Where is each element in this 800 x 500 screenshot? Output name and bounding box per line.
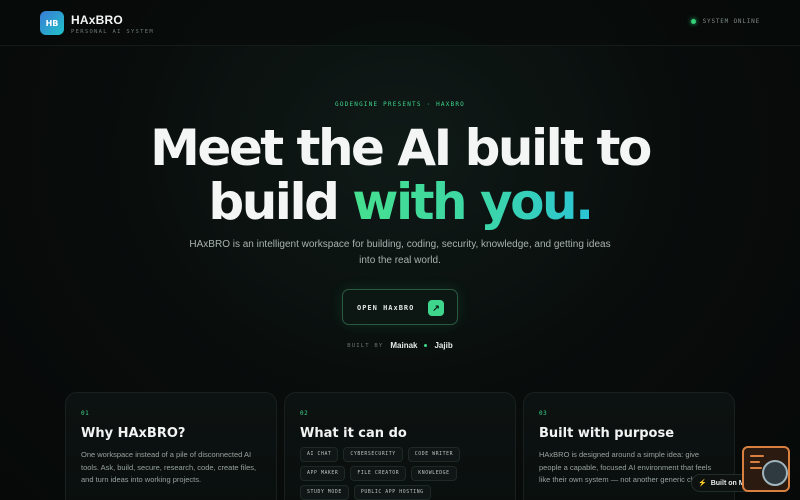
- hero-headline-accent: with you.: [352, 173, 594, 231]
- capability-tag: STUDY MODE: [300, 485, 349, 500]
- separator-dot-icon: [424, 344, 428, 347]
- capability-tag: PUBLIC APP HOSTING: [353, 485, 431, 500]
- builder-name: Mainak: [390, 341, 418, 350]
- card-number: 03: [539, 410, 548, 417]
- card-title: Why HAxBRO?: [81, 426, 186, 441]
- status-dot-icon: [690, 19, 696, 24]
- capability-tag: APP MAKER: [300, 466, 346, 481]
- widget-avatar-icon: [762, 460, 788, 486]
- built-by-label: BUILT BY: [347, 342, 384, 349]
- logo-badge[interactable]: HB: [40, 11, 64, 35]
- widget-line: [750, 467, 762, 469]
- widget-line: [750, 455, 764, 457]
- arrow-up-right-icon: ↗: [428, 300, 444, 316]
- card-title: Built with purpose: [539, 426, 675, 441]
- hero-headline-line2: build with you.: [0, 173, 800, 231]
- capability-tag: KNOWLEDGE: [411, 466, 457, 481]
- widget-line: [750, 461, 760, 463]
- card-title: What it can do: [300, 426, 407, 441]
- feature-card-capabilities: 02 What it can do AI CHAT CYBERSECURITY …: [284, 392, 516, 500]
- card-number: 02: [300, 410, 309, 417]
- capability-tags: AI CHAT CYBERSECURITY CODE WRITER APP MA…: [300, 447, 500, 500]
- card-number: 01: [81, 410, 90, 417]
- feature-card-why: 01 Why HAxBRO? One workspace instead of …: [65, 392, 277, 500]
- capability-tag: FILE CREATOR: [350, 466, 407, 481]
- top-navigation-bar: HB HAxBRO PERSONAL AI SYSTEM SYSTEM ONLI…: [0, 0, 800, 46]
- hero-eyebrow: GODENGINE PRESENTS · HAXBRO: [335, 101, 465, 108]
- open-haxbro-button[interactable]: OPEN HAxBRO ↗: [342, 289, 458, 325]
- hero-headline-line1: Meet the AI built to: [150, 119, 652, 177]
- hero-headline-plain: build: [208, 173, 353, 231]
- open-haxbro-label: OPEN HAxBRO: [357, 304, 415, 312]
- lightning-icon: ⚡: [698, 480, 707, 487]
- card-body: One workspace instead of a pile of disco…: [81, 450, 257, 484]
- floating-widget-icon[interactable]: [742, 446, 790, 492]
- status-text: SYSTEM ONLINE: [702, 18, 760, 25]
- hero-subtitle: HAxBRO is an intelligent workspace for b…: [189, 239, 611, 266]
- system-status: SYSTEM ONLINE: [690, 18, 760, 25]
- builder-name: Jajib: [434, 341, 453, 350]
- capability-tag: AI CHAT: [300, 447, 339, 462]
- capability-tag: CYBERSECURITY: [343, 447, 403, 462]
- capability-tag: CODE WRITER: [407, 447, 461, 462]
- built-by-row: BUILT BY Mainak Jajib: [0, 341, 800, 350]
- brand-subtitle: PERSONAL AI SYSTEM: [71, 29, 155, 35]
- brand-name[interactable]: HAxBRO: [71, 13, 123, 27]
